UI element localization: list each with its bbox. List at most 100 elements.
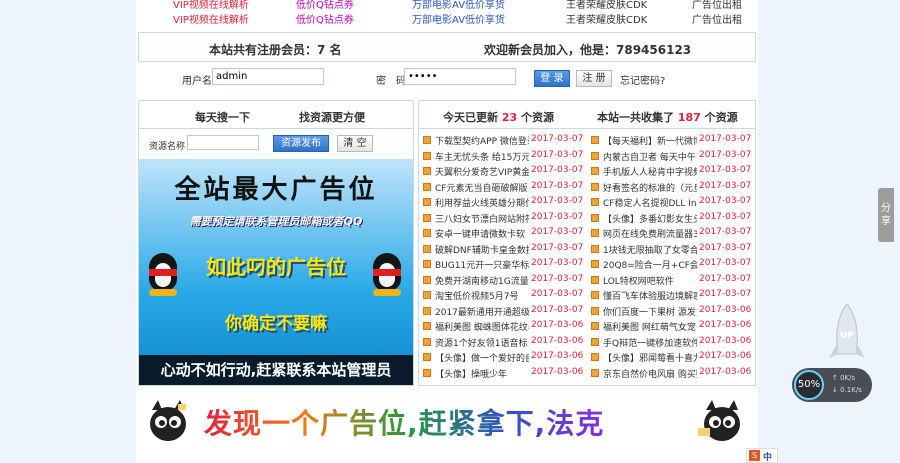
- resource-title[interactable]: 网页在线免费刷流量器30: [603, 227, 697, 240]
- resource-title[interactable]: 【头像】多番幻影女生头: [603, 212, 697, 225]
- register-button[interactable]: 注 册: [576, 70, 612, 87]
- resource-type-icon: [591, 167, 599, 175]
- username-input[interactable]: [212, 68, 324, 85]
- resource-title[interactable]: 手机版人人秘肯中字视频: [603, 165, 697, 178]
- resource-title[interactable]: 2017最新通用开通超级会: [435, 305, 529, 318]
- resource-list-item[interactable]: 懂百飞车体验服边境解惑 2017-03-07: [591, 288, 755, 303]
- resource-list-item[interactable]: 资源1个好友领1语音标 2017-03-06: [423, 335, 589, 350]
- resource-list-item[interactable]: 【头像】多番幻影女生头 2017-03-07: [591, 211, 755, 226]
- resource-list-item[interactable]: 【头像】做一个爱好的自 2017-03-06: [423, 350, 589, 365]
- login-button[interactable]: 登 录: [534, 70, 570, 87]
- resource-list-item[interactable]: 网页在线免费刷流量器30 2017-03-07: [591, 226, 755, 241]
- resource-list-item[interactable]: BUG11元开一只豪华标站 2017-03-07: [423, 257, 589, 272]
- resource-list-item[interactable]: 利用荐益火线英雄分期付 2017-03-07: [423, 195, 589, 210]
- resource-title[interactable]: 20Q8=险合一月+CF会员: [603, 258, 697, 271]
- resource-title[interactable]: 安卓一键申请微数卡软: [435, 227, 529, 240]
- resource-list-item[interactable]: 福利美图 网红萌气女宠 2017-03-06: [591, 319, 755, 334]
- resource-list-item[interactable]: 你们百度一下果树 源发货 2017-03-06: [591, 304, 755, 319]
- resource-title[interactable]: 【头像】做一个爱好的自: [435, 351, 529, 364]
- link-ad-rent[interactable]: 广告位出租: [692, 11, 742, 24]
- resource-list-item[interactable]: 【头像】邪闻莓看十喜九 2017-03-06: [591, 350, 755, 365]
- resource-list-item[interactable]: 1块钱无限抽取了女零合并2017-03-07: [591, 242, 755, 257]
- resource-list-item[interactable]: 安卓一键申请微数卡软 2017-03-07: [423, 226, 589, 241]
- resource-list-item[interactable]: 内蒙古自卫者 每天中午12 2017-03-07: [591, 149, 755, 164]
- resource-title[interactable]: 破解DNF辅助卡皇金数提: [435, 243, 529, 256]
- link-game-skin[interactable]: 王者荣耀皮肤CDK: [566, 11, 647, 24]
- link-vip-video[interactable]: VIP视频在线解析: [173, 11, 249, 24]
- resource-title[interactable]: 手Q辩范一键移加速软件: [603, 336, 697, 349]
- resource-search-input[interactable]: [187, 135, 259, 150]
- resource-date: 2017-03-06: [699, 335, 752, 346]
- resource-title[interactable]: 福利美图 网红萌气女宠: [603, 320, 697, 333]
- resource-title[interactable]: BUG11元开一只豪华标站: [435, 258, 529, 271]
- resource-date: 2017-03-07: [531, 211, 584, 222]
- bottom-ad-banner[interactable]: 发现一个广告位,赶紧拿下,法克: [138, 392, 756, 450]
- resource-title[interactable]: 内蒙古自卫者 每天中午12: [603, 150, 697, 163]
- resource-list-item[interactable]: 下载型契约APP 微信登录 2017-03-07: [423, 133, 589, 148]
- resource-list-item[interactable]: CF稳定人名提视DLL Inser2017-03-07: [591, 195, 755, 210]
- resource-date: 2017-03-06: [699, 320, 752, 330]
- resource-date: 2017-03-07: [531, 227, 584, 237]
- resource-list-item[interactable]: 京东自然价电风扇 购买购 2017-03-06: [591, 366, 755, 381]
- resource-title[interactable]: 下载型契约APP 微信登录: [435, 134, 529, 147]
- resource-title[interactable]: 天翼积分爱奇艺VIP黄金会: [435, 165, 529, 178]
- resource-title[interactable]: 【头像】邪闻莓看十喜九: [603, 351, 697, 364]
- resource-title[interactable]: 懂百飞车体验服边境解惑: [603, 289, 697, 302]
- resource-title[interactable]: CF元素无当自砸破解版 今: [435, 181, 529, 194]
- resource-title[interactable]: 你们百度一下果树 源发货: [603, 305, 697, 318]
- cartoon-cat-icon: [698, 400, 740, 441]
- resource-title[interactable]: 淘宝低价视频5月7号: [435, 289, 529, 302]
- resource-list-item[interactable]: 车主无忧头条 给15万元赞 2017-03-07: [423, 149, 589, 164]
- resource-list-item[interactable]: 20Q8=险合一月+CF会员2017-03-07: [591, 257, 755, 272]
- resource-list-item[interactable]: 手机版人人秘肯中字视频 2017-03-07: [591, 164, 755, 179]
- resource-list-item[interactable]: 【头像】操哦少年 2017-03-06: [423, 366, 589, 381]
- resource-list-item[interactable]: 免费开湖南移动1G流量 抢2017-03-07: [423, 273, 589, 288]
- resource-title[interactable]: 车主无忧头条 给15万元赞: [435, 150, 529, 163]
- ime-toolbar[interactable]: S 中: [746, 448, 778, 463]
- publish-resource-button[interactable]: 资源发布: [273, 135, 329, 152]
- share-tab[interactable]: 分享: [878, 188, 894, 242]
- resource-title[interactable]: 好看签名的标准的（元旦: [603, 181, 697, 194]
- resource-list-item[interactable]: 三八妇女节漂白网站附符 2017-03-07: [423, 211, 589, 226]
- new-member-welcome: 欢迎新会员加入，他是：789456123: [484, 43, 692, 57]
- resource-date: 2017-03-07: [699, 273, 752, 284]
- resource-title[interactable]: 利用荐益火线英雄分期付: [435, 196, 529, 209]
- sogou-ime-icon: S: [749, 450, 760, 461]
- link-q-points[interactable]: 低价Q钻点券: [296, 11, 354, 24]
- resource-list-item[interactable]: 淘宝低价视频5月7号 2017-03-07: [423, 288, 589, 303]
- link-game-skin[interactable]: 王者荣耀皮肤CDK: [566, 0, 647, 11]
- resource-title[interactable]: LOL特权网吧软件: [603, 274, 697, 287]
- resource-title[interactable]: CF稳定人名提视DLL Inser: [603, 196, 697, 209]
- forgot-password-link[interactable]: 忘记密码?: [620, 72, 665, 87]
- link-q-points[interactable]: 低价Q钻点券: [296, 0, 354, 11]
- network-speed-widget[interactable]: 50% ↑ 0K/s ↓ 0.1K/s: [792, 368, 872, 402]
- resource-list-item[interactable]: 手Q辩范一键移加速软件 2017-03-06: [591, 335, 755, 350]
- resource-type-icon: [591, 198, 599, 206]
- link-movies[interactable]: 万部电影AV低价享货: [412, 11, 505, 24]
- back-to-top-rocket-icon[interactable]: UP: [826, 302, 868, 372]
- resource-list-item[interactable]: 【每天福利】新一代微博 2017-03-07: [591, 133, 755, 148]
- resource-list-item[interactable]: 2017最新通用开通超级会 2017-03-07: [423, 304, 589, 319]
- resource-list-item[interactable]: 福利美图 蜘蛛图体花纹器 2017-03-06: [423, 319, 589, 334]
- resource-title[interactable]: 【每天福利】新一代微博: [603, 134, 697, 147]
- password-input[interactable]: [404, 68, 516, 85]
- resource-title[interactable]: 1块钱无限抽取了女零合并: [603, 243, 697, 256]
- resource-list-item[interactable]: 破解DNF辅助卡皇金数提 2017-03-07: [423, 242, 589, 257]
- resource-title[interactable]: 福利美图 蜘蛛图体花纹器: [435, 320, 529, 333]
- resource-title[interactable]: 【头像】操哦少年: [435, 367, 529, 380]
- resource-list-item[interactable]: 天翼积分爱奇艺VIP黄金会 2017-03-07: [423, 164, 589, 179]
- top-links: VIP视频在线解析 低价Q钻点券 万部电影AV低价享货 王者荣耀皮肤CDK 广告…: [136, 0, 758, 24]
- resource-title[interactable]: 免费开湖南移动1G流量 抢: [435, 274, 529, 287]
- link-vip-video[interactable]: VIP视频在线解析: [173, 0, 249, 11]
- link-ad-rent[interactable]: 广告位出租: [692, 0, 742, 11]
- resource-list-item[interactable]: CF元素无当自砸破解版 今 2017-03-07: [423, 180, 589, 195]
- resource-list-item[interactable]: LOL特权网吧软件 2017-03-07: [591, 273, 755, 288]
- login-form: 用户名 密 码 登 录 注 册 忘记密码?: [138, 62, 756, 94]
- link-movies[interactable]: 万部电影AV低价享货: [412, 0, 505, 11]
- resource-list-item[interactable]: 好看签名的标准的（元旦 2017-03-07: [591, 180, 755, 195]
- ad-banner[interactable]: 全站最大广告位 需要预定请联系管理员邮箱或者QQ 如此叼的广告位 你确定不要嘛 …: [139, 159, 413, 385]
- resource-title[interactable]: 资源1个好友领1语音标: [435, 336, 529, 349]
- resource-title[interactable]: 京东自然价电风扇 购买购: [603, 367, 697, 380]
- resource-title[interactable]: 三八妇女节漂白网站附符: [435, 212, 529, 225]
- clear-button[interactable]: 清 空: [337, 135, 373, 152]
